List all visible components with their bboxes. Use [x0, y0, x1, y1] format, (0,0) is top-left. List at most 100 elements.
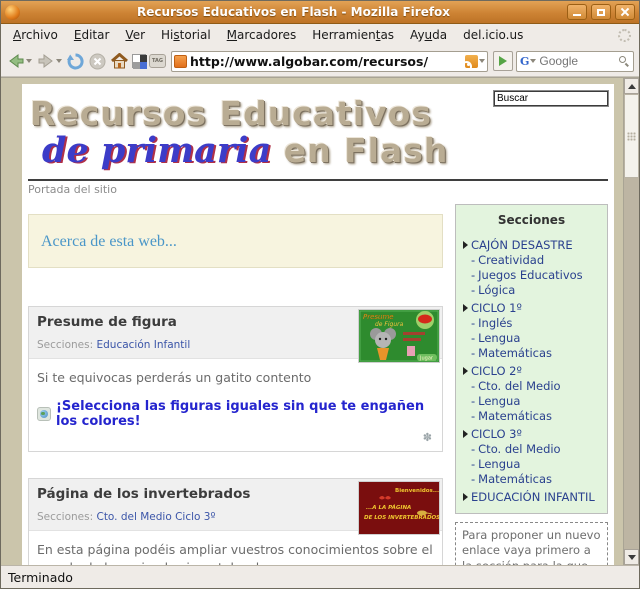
header-divider — [28, 179, 608, 181]
menu-ver[interactable]: Ver — [117, 26, 153, 44]
sidebar-category-ciclo-1-[interactable]: CICLO 1º — [456, 301, 607, 316]
sidebar-item-cto-del-medio[interactable]: -Cto. del Medio — [456, 379, 607, 394]
url-bar — [171, 51, 488, 72]
url-input[interactable] — [187, 54, 465, 69]
sidebar: Secciones CAJÓN DESASTRE-Creatividad-Jue… — [455, 204, 608, 565]
close-button[interactable] — [615, 4, 635, 20]
magnifier-icon[interactable] — [619, 56, 630, 67]
sidebar-item-creatividad[interactable]: -Creatividad — [456, 253, 607, 268]
page-background: Recursos Educativos de primaria en Flash… — [1, 78, 623, 565]
window-title: Recursos Educativos en Flash - Mozilla F… — [20, 5, 567, 19]
sections-title: Secciones — [456, 209, 607, 235]
sidebar-item-label: CAJÓN DESASTRE — [471, 238, 573, 252]
triangle-bullet-icon — [463, 304, 468, 312]
sidebar-item-label: Lengua — [478, 331, 520, 345]
minimize-button[interactable] — [567, 4, 587, 20]
throbber-icon — [618, 29, 631, 42]
triangle-bullet-icon — [463, 430, 468, 438]
menu-editar[interactable]: Editar — [66, 26, 118, 44]
scrollbar-track[interactable] — [624, 94, 639, 549]
maximize-button[interactable] — [591, 4, 611, 20]
site-search-input[interactable] — [494, 91, 608, 106]
sidebar-item-label: CICLO 2º — [471, 364, 522, 378]
sidebar-item-juegos-educativos[interactable]: -Juegos Educativos — [456, 268, 607, 283]
rss-feed-icon[interactable] — [465, 55, 478, 68]
svg-text:Presume: Presume — [363, 313, 394, 321]
sidebar-item-ingl-s[interactable]: -Inglés — [456, 316, 607, 331]
menu-del-icio-us[interactable]: del.icio.us — [455, 26, 531, 44]
scroll-down-button[interactable] — [624, 549, 639, 565]
scrollbar-thumb[interactable] — [624, 94, 639, 178]
scroll-up-button[interactable] — [624, 78, 639, 94]
section-link[interactable]: Cto. del Medio Ciclo 3º — [96, 511, 215, 523]
triangle-bullet-icon — [463, 493, 468, 501]
sidebar-item-label: Lengua — [478, 394, 520, 408]
menu-ayuda[interactable]: Ayuda — [402, 26, 455, 44]
article-card-presume: Presume de figura Secciones: Educación I… — [28, 306, 443, 452]
svg-text:...A LA PÁGINA: ...A LA PÁGINA — [366, 504, 411, 511]
menu-herramientas[interactable]: Herramientas — [304, 26, 402, 44]
article-thumbnail[interactable]: Presume de Figura — [358, 309, 440, 363]
sidebar-item-l-gica[interactable]: -Lógica — [456, 283, 607, 298]
sidebar-item-label: CICLO 1º — [471, 301, 522, 315]
sidebar-item-lengua[interactable]: -Lengua — [456, 394, 607, 409]
sidebar-category-ciclo-3-[interactable]: CICLO 3º — [456, 427, 607, 442]
reload-button[interactable] — [66, 52, 85, 71]
sidebar-item-label: Lógica — [478, 283, 515, 297]
sidebar-category-educaci-n-infantil[interactable]: EDUCACIÓN INFANTIL — [456, 490, 607, 505]
scrollbar-grip-icon — [627, 132, 636, 141]
go-arrow-icon — [499, 56, 507, 66]
reload-icon — [67, 53, 84, 70]
menu-historial[interactable]: Historial — [153, 26, 219, 44]
sidebar-item-label: Cto. del Medio — [478, 442, 560, 456]
about-box: Acerca de esta web... — [28, 214, 443, 268]
page-action-icon[interactable]: ✽ — [423, 431, 432, 444]
sidebar-item-matem-ticas[interactable]: -Matemáticas — [456, 346, 607, 361]
triangle-bullet-icon — [463, 241, 468, 249]
sidebar-category-caj-n-desastre[interactable]: CAJÓN DESASTRE — [456, 238, 607, 253]
sidebar-item-label: Creatividad — [478, 253, 544, 267]
web-search-input[interactable] — [536, 54, 619, 68]
sidebar-item-cto-del-medio[interactable]: -Cto. del Medio — [456, 442, 607, 457]
stop-button[interactable] — [88, 52, 107, 71]
stop-icon — [89, 53, 106, 70]
sidebar-item-label: CICLO 3º — [471, 427, 522, 441]
sidebar-category-ciclo-2-[interactable]: CICLO 2º — [456, 364, 607, 379]
extension-quadrant-icon[interactable] — [132, 54, 146, 68]
titlebar[interactable]: Recursos Educativos en Flash - Mozilla F… — [1, 1, 639, 24]
search-bar: G — [516, 51, 634, 72]
sidebar-item-lengua[interactable]: -Lengua — [456, 331, 607, 346]
url-dropdown-icon[interactable] — [479, 59, 485, 63]
sidebar-item-matem-ticas[interactable]: -Matemáticas — [456, 472, 607, 487]
go-button[interactable] — [493, 51, 513, 71]
about-link[interactable]: Acerca de esta web... — [41, 233, 177, 250]
sidebar-item-label: Juegos Educativos — [478, 268, 583, 282]
dash-bullet: - — [471, 409, 475, 423]
dash-bullet: - — [471, 316, 475, 330]
propose-link-note: Para proponer un nuevo enlace vaya prime… — [455, 522, 608, 565]
google-engine-icon[interactable]: G — [520, 55, 529, 68]
site-favicon — [174, 55, 187, 68]
forward-button[interactable] — [36, 52, 63, 70]
menu-archivo[interactable]: Archivo — [5, 26, 66, 44]
dash-bullet: - — [471, 394, 475, 408]
sidebar-item-matem-ticas[interactable]: -Matemáticas — [456, 409, 607, 424]
sidebar-item-lengua[interactable]: -Lengua — [456, 457, 607, 472]
sidebar-item-label: Matemáticas — [478, 472, 552, 486]
article-thumbnail[interactable]: Bienvenidos... ...A LA PÁGINA DE LOS INV… — [358, 481, 440, 535]
article-title: Presume de figura — [37, 314, 350, 330]
scroll-up-arrow-icon — [628, 84, 636, 89]
tag-extension-icon[interactable]: TAG — [149, 54, 166, 68]
vertical-scrollbar[interactable] — [623, 78, 639, 565]
back-button[interactable] — [6, 52, 33, 70]
menu-marcadores[interactable]: Marcadores — [219, 26, 305, 44]
sidebar-item-label: Lengua — [478, 457, 520, 471]
back-dropdown-icon — [26, 59, 32, 63]
home-button[interactable] — [110, 52, 129, 70]
article-cta-link[interactable]: ¡Selecciona las figuras iguales sin que … — [56, 399, 434, 429]
sections-label: Secciones: — [37, 339, 93, 351]
triangle-bullet-icon — [463, 367, 468, 375]
back-arrow-icon — [7, 53, 25, 69]
dash-bullet: - — [471, 253, 475, 267]
section-link[interactable]: Educación Infantil — [96, 339, 190, 351]
